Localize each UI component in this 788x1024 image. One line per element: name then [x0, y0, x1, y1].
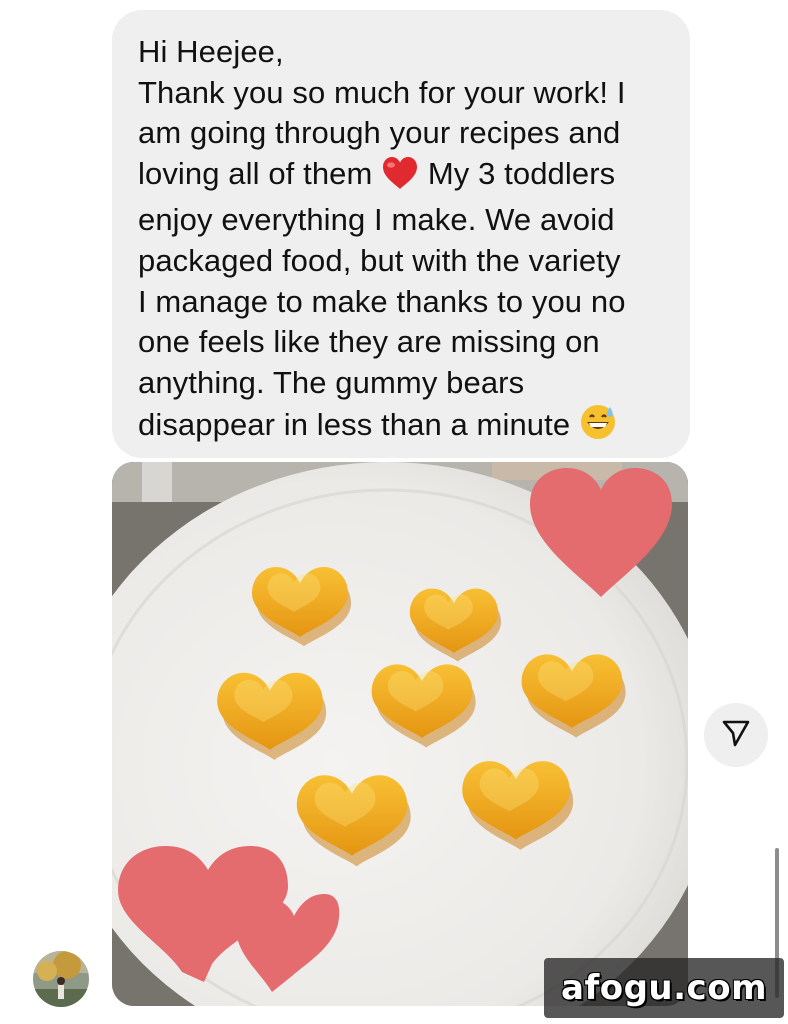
message-line: My 3 toddlers: [427, 155, 616, 191]
message-line: I manage to make thanks to you no: [138, 283, 626, 319]
message-line: enjoy everything I make. We avoid: [138, 202, 615, 238]
message-line: anything. The gummy bears: [138, 364, 525, 400]
message-bubble[interactable]: Hi Heejee, Thank you so much for your wo…: [112, 10, 690, 458]
watermark: afogu.com: [544, 958, 784, 1018]
red-heart-emoji-icon: [381, 156, 419, 201]
paper-plane-icon: [721, 718, 751, 753]
message-line: disappear in less than a minute: [138, 407, 571, 443]
message-line: packaged food, but with the variety: [138, 242, 621, 278]
grinning-sweat-face-emoji-icon: [579, 403, 617, 452]
message-line: am going through your recipes and: [138, 115, 621, 151]
attached-photo[interactable]: [112, 462, 688, 1006]
message-line: Hi Heejee,: [138, 34, 284, 69]
message-text: Hi Heejee, Thank you so much for your wo…: [138, 32, 662, 452]
message-line: loving all of them: [138, 155, 373, 191]
message-line: one feels like they are missing on: [138, 324, 600, 360]
message-line: Thank you so much for your work! I: [138, 74, 626, 110]
share-button[interactable]: [704, 703, 768, 767]
avatar[interactable]: [33, 951, 89, 1007]
watermark-text: afogu.com: [561, 968, 767, 1008]
